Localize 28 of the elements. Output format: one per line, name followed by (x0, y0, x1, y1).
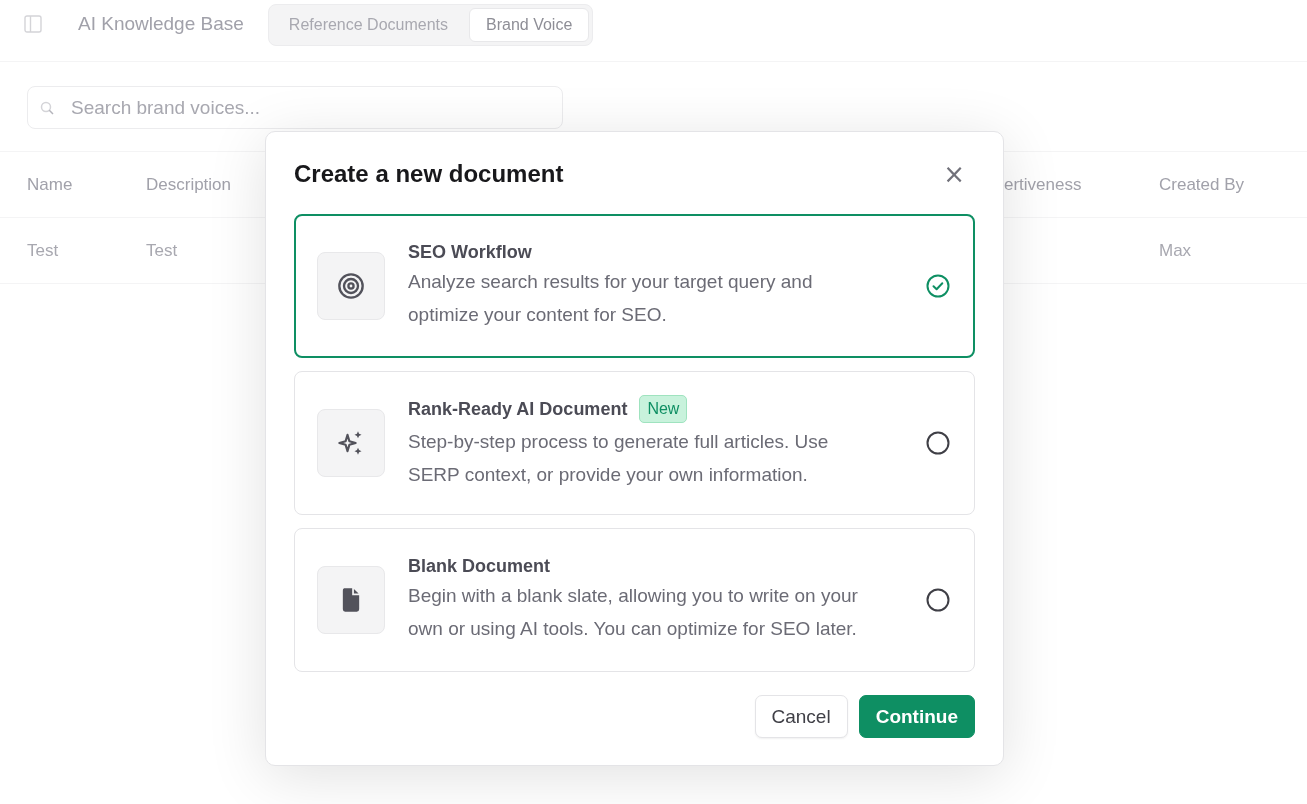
option-description: Step-by-step process to generate full articles. Use SERP context, or provide your own information. (408, 430, 830, 487)
dialog-title: Create a new document (294, 160, 564, 188)
column-header: Created By (1159, 174, 1245, 195)
search-icon (40, 101, 54, 115)
column-header: Description (146, 174, 232, 195)
option-title: SEO Workflow (408, 241, 532, 263)
page-title: AI Knowledge Base (78, 12, 244, 36)
table-cell: Test (27, 240, 59, 261)
cancel-button[interactable]: Cancel (754, 695, 848, 738)
option-card[interactable]: SEO Workflow Analyze search results for your target query and optimize your content for SEO. (294, 214, 975, 358)
target-icon (337, 272, 365, 300)
checked-radio[interactable] (926, 274, 950, 298)
option-title: Rank-Ready AI Document (408, 398, 628, 420)
radio-button[interactable] (926, 431, 950, 455)
close-button[interactable]: × (933, 161, 975, 187)
radio-button[interactable] (926, 588, 950, 612)
table-cell: Test (146, 240, 178, 261)
column-header: ertiveness (1004, 174, 1082, 195)
new-badge: New (639, 395, 688, 423)
option-description: Analyze search results for your target query and optimize your content for SEO. (408, 269, 814, 327)
option-card[interactable]: Rank-Ready AI Document New Step-by-step process to generate full articles. Use SERP context, or provide your own information. (294, 371, 975, 515)
option-card[interactable]: Blank Document Begin with a blank slate, allowing you to write on your own or using AI tools. You can optimize for SEO later. (294, 528, 975, 672)
option-description: Begin with a blank slate, allowing you to write on your own or using AI tools. You can optimize for SEO later. (408, 583, 859, 641)
search-field[interactable]: Search brand voices... (27, 86, 563, 129)
continue-button[interactable]: Continue (858, 695, 975, 738)
option-title: Blank Document (408, 555, 551, 577)
table-cell: Max (1159, 240, 1192, 261)
column-header: Name (27, 174, 73, 195)
